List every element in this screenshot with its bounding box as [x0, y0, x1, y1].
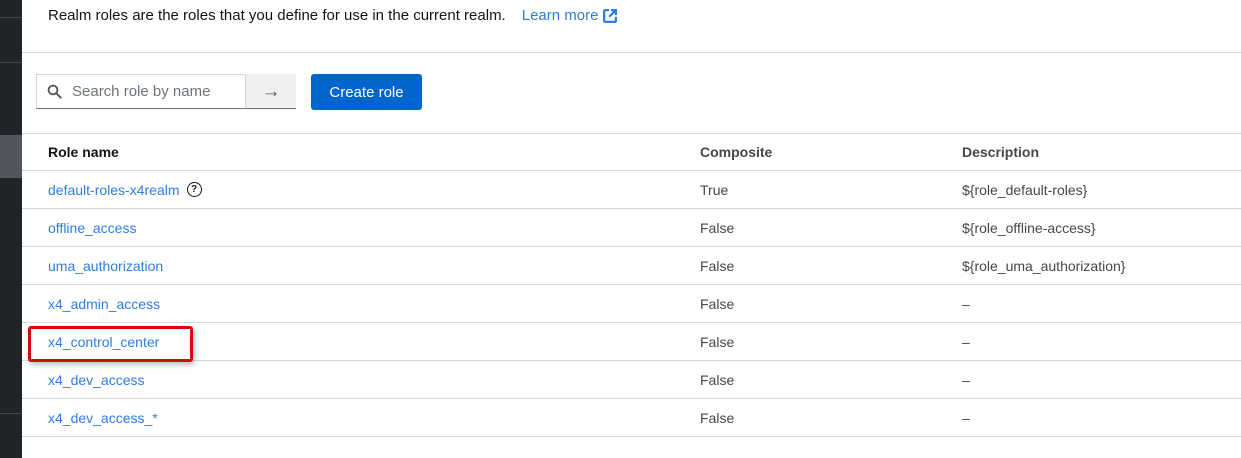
sidebar-divider [0, 413, 22, 414]
column-header-composite: Composite [700, 144, 962, 160]
table-row: offline_access False ${role_offline-acce… [22, 209, 1241, 247]
column-header-description: Description [962, 144, 1241, 160]
page-description: Realm roles are the roles that you defin… [48, 7, 506, 24]
role-name-link[interactable]: default-roles-x4realm [48, 182, 180, 198]
composite-value: True [700, 182, 962, 198]
role-name-link[interactable]: x4_dev_access_* [48, 410, 158, 426]
table-row: x4_admin_access False – [22, 285, 1241, 323]
sidebar-item-realm-roles-selected[interactable] [0, 135, 22, 178]
role-name-link[interactable]: x4_admin_access [48, 296, 160, 312]
table-row: uma_authorization False ${role_uma_autho… [22, 247, 1241, 285]
external-link-icon [603, 9, 617, 23]
learn-more-link[interactable]: Learn more [522, 7, 618, 24]
table-row-highlighted: x4_control_center False – [22, 323, 1241, 361]
search-input[interactable] [70, 82, 239, 101]
composite-value: False [700, 258, 962, 274]
description-value: – [962, 334, 1241, 350]
composite-value: False [700, 372, 962, 388]
learn-more-label: Learn more [522, 7, 599, 24]
description-value: – [962, 296, 1241, 312]
composite-value: False [700, 296, 962, 312]
composite-value: False [700, 334, 962, 350]
composite-value: False [700, 220, 962, 236]
description-value: ${role_uma_authorization} [962, 258, 1241, 274]
description-value: – [962, 410, 1241, 426]
composite-value: False [700, 410, 962, 426]
sidebar-divider [0, 62, 22, 63]
table-row: x4_dev_access_* False – [22, 399, 1241, 437]
table-header-row: Role name Composite Description [22, 133, 1241, 171]
help-icon[interactable]: ? [187, 182, 202, 197]
description-value: – [962, 372, 1241, 388]
description-value: ${role_offline-access} [962, 220, 1241, 236]
arrow-right-icon: → [262, 82, 281, 101]
realm-roles-table: Role name Composite Description default-… [22, 133, 1241, 437]
search-box [36, 74, 246, 109]
table-row: x4_dev_access False – [22, 361, 1241, 399]
search-submit-button[interactable]: → [246, 74, 296, 109]
sidebar-divider [0, 17, 22, 18]
search-icon [47, 84, 62, 99]
search-control: → [36, 74, 296, 109]
table-row: default-roles-x4realm ? True ${role_defa… [22, 171, 1241, 209]
role-name-link[interactable]: offline_access [48, 220, 136, 236]
role-name-link[interactable]: x4_control_center [48, 334, 159, 350]
section-divider [22, 52, 1241, 53]
create-role-button[interactable]: Create role [311, 74, 422, 110]
role-name-link[interactable]: uma_authorization [48, 258, 163, 274]
description-value: ${role_default-roles} [962, 182, 1241, 198]
page-description-row: Realm roles are the roles that you defin… [48, 7, 617, 24]
sidebar-strip [0, 0, 22, 458]
role-name-link[interactable]: x4_dev_access [48, 372, 145, 388]
column-header-role-name: Role name [22, 144, 700, 160]
